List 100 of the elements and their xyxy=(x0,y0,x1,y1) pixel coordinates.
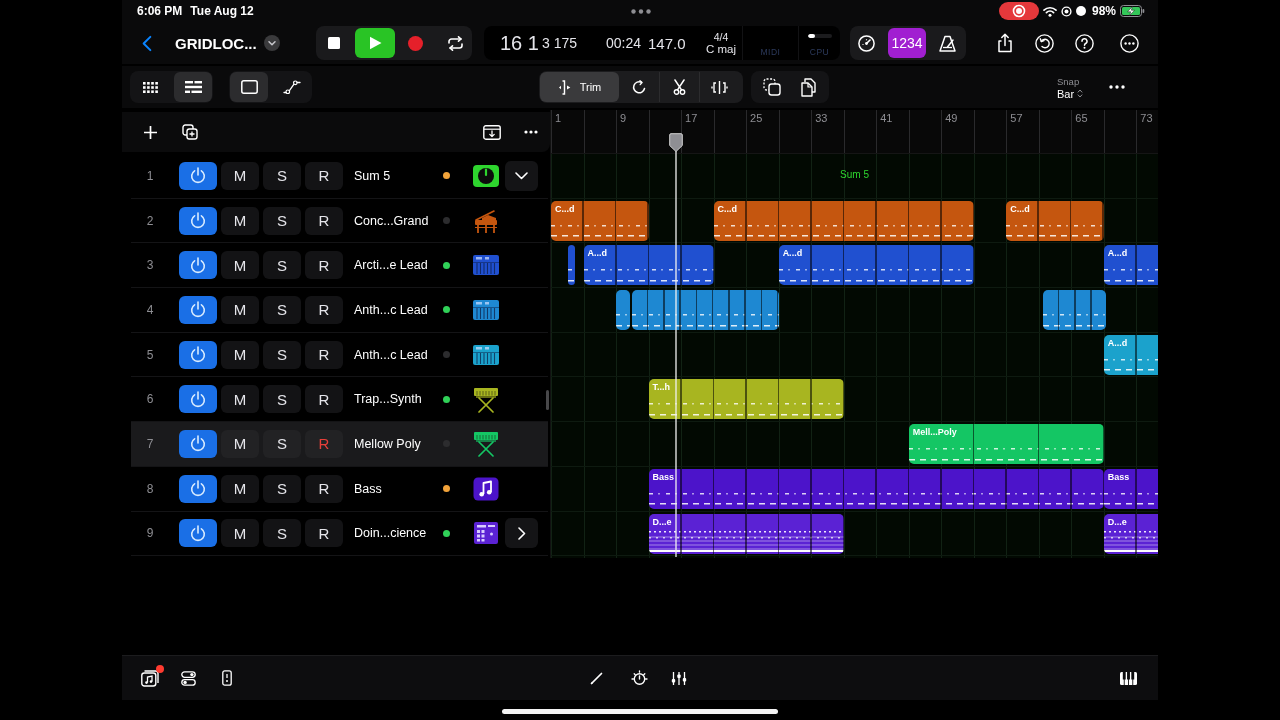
back-icon[interactable] xyxy=(142,34,152,52)
solo-button[interactable]: S xyxy=(263,474,301,503)
share-icon[interactable] xyxy=(996,33,1014,53)
record-arm-button[interactable]: R xyxy=(305,340,343,369)
power-button[interactable] xyxy=(179,429,217,458)
midi-region[interactable]: D...e xyxy=(648,513,844,554)
more-icon[interactable] xyxy=(524,130,538,134)
record-arm-button[interactable]: R xyxy=(305,251,343,280)
track-header[interactable]: 3 M S R Arcti...e Lead xyxy=(131,243,548,289)
solo-button[interactable]: S xyxy=(263,385,301,414)
midi-region[interactable]: A...d xyxy=(1103,245,1158,286)
record-arm-button[interactable]: R xyxy=(305,519,343,548)
solo-button[interactable]: S xyxy=(263,251,301,280)
help-icon[interactable] xyxy=(1075,33,1094,53)
list-view-button[interactable] xyxy=(174,72,212,102)
faders-icon[interactable] xyxy=(671,670,687,686)
dial-icon[interactable] xyxy=(631,669,648,687)
power-button[interactable] xyxy=(179,251,217,280)
solo-button[interactable]: S xyxy=(263,429,301,458)
midi-region[interactable]: Bass xyxy=(1103,468,1158,509)
record-icon[interactable] xyxy=(408,35,423,51)
midi-region[interactable]: C...d xyxy=(713,200,974,241)
record-arm-button[interactable]: R xyxy=(305,206,343,235)
time-signature: 4/4 xyxy=(713,31,729,43)
play-button[interactable] xyxy=(355,28,395,58)
record-arm-button[interactable]: R xyxy=(305,474,343,503)
mute-button[interactable]: M xyxy=(221,251,259,280)
track-header[interactable]: 7 M S R Mellow Poly xyxy=(131,422,548,467)
solo-button[interactable]: S xyxy=(263,519,301,548)
mute-button[interactable]: M xyxy=(221,295,259,324)
gauge-icon[interactable] xyxy=(858,34,875,52)
midi-region[interactable]: C...d xyxy=(1006,200,1104,241)
midi-region[interactable] xyxy=(616,290,630,331)
mute-button[interactable]: M xyxy=(221,429,259,458)
snap-menu[interactable]: Bar xyxy=(1057,87,1084,100)
region-view-button[interactable] xyxy=(230,72,268,102)
midi-region[interactable]: Bass xyxy=(648,468,1104,509)
expand-button[interactable] xyxy=(505,518,538,549)
track-header[interactable]: 5 M S R Anth...c Lead xyxy=(131,332,548,378)
midi-region[interactable] xyxy=(568,245,575,286)
more-icon[interactable] xyxy=(1120,33,1139,53)
pencil-icon[interactable] xyxy=(590,671,603,685)
power-button[interactable] xyxy=(179,206,217,235)
solo-button[interactable]: S xyxy=(263,161,301,190)
midi-region[interactable]: D...e xyxy=(1103,513,1158,554)
track-header[interactable]: 8 M S R Bass xyxy=(131,466,548,512)
power-button[interactable] xyxy=(179,295,217,324)
mute-button[interactable]: M xyxy=(221,519,259,548)
piano-keys-icon[interactable] xyxy=(1120,671,1137,685)
mute-button[interactable]: M xyxy=(221,206,259,235)
midi-region[interactable]: A...d xyxy=(778,245,974,286)
screen-recording-icon[interactable] xyxy=(998,2,1039,20)
power-button[interactable] xyxy=(179,519,217,548)
toggles-icon[interactable] xyxy=(181,670,196,686)
record-arm-button[interactable]: R xyxy=(305,385,343,414)
solo-button[interactable]: S xyxy=(263,206,301,235)
power-button[interactable] xyxy=(179,340,217,369)
device-icon[interactable] xyxy=(222,670,232,686)
expand-button[interactable] xyxy=(505,160,538,191)
solo-button[interactable]: S xyxy=(263,340,301,369)
project-title[interactable]: GRIDLOC... xyxy=(175,34,259,52)
midi-region[interactable] xyxy=(632,290,779,331)
record-arm-button[interactable]: R xyxy=(305,295,343,324)
grid-icon xyxy=(142,81,158,93)
metronome-icon[interactable] xyxy=(938,34,957,52)
repeat-icon[interactable] xyxy=(447,35,464,51)
paste-icon[interactable] xyxy=(801,77,817,97)
copy-icon[interactable] xyxy=(763,78,781,96)
track-name: Arcti...e Lead xyxy=(354,258,429,273)
solo-button[interactable]: S xyxy=(263,295,301,324)
track-header[interactable]: 2 M S R Conc...Grand xyxy=(131,198,548,244)
add-icon[interactable] xyxy=(144,125,157,139)
power-button[interactable] xyxy=(179,385,217,414)
track-header[interactable]: 6 M S R Trap...Synth xyxy=(131,377,548,423)
record-arm-button[interactable]: R xyxy=(305,161,343,190)
duplicate-icon[interactable] xyxy=(182,124,198,140)
region-label: Bass xyxy=(1107,471,1130,482)
count-in-button[interactable]: 1234 xyxy=(888,28,926,58)
power-button[interactable] xyxy=(179,161,217,190)
midi-region[interactable]: A...d xyxy=(583,245,714,286)
bar-number: 73 xyxy=(1140,112,1153,124)
more-icon[interactable] xyxy=(1109,85,1126,89)
record-arm-button[interactable]: R xyxy=(305,429,343,458)
chevron-down-icon[interactable] xyxy=(264,35,280,51)
undo-icon[interactable] xyxy=(1035,33,1054,53)
midi-region[interactable]: C...d xyxy=(551,200,649,241)
midi-region[interactable] xyxy=(1042,290,1107,331)
track-header[interactable]: 4 M S R Anth...c Lead xyxy=(131,288,548,333)
import-icon[interactable] xyxy=(483,124,501,140)
library-icon[interactable] xyxy=(141,669,159,687)
trim-tool[interactable]: Trim xyxy=(540,72,619,102)
power-button[interactable] xyxy=(179,474,217,503)
track-header[interactable]: 1 M S R Sum 5 xyxy=(131,154,548,199)
timeline-ruler[interactable]: 1 9 17 25 33 41 49 57 65 73 xyxy=(551,110,1158,154)
mute-button[interactable]: M xyxy=(221,340,259,369)
track-header[interactable]: 9 M S R Doin...cience xyxy=(131,511,548,557)
multitasking-dots-icon[interactable] xyxy=(631,8,651,14)
mute-button[interactable]: M xyxy=(221,161,259,190)
mute-button[interactable]: M xyxy=(221,474,259,503)
mute-button[interactable]: M xyxy=(221,385,259,414)
